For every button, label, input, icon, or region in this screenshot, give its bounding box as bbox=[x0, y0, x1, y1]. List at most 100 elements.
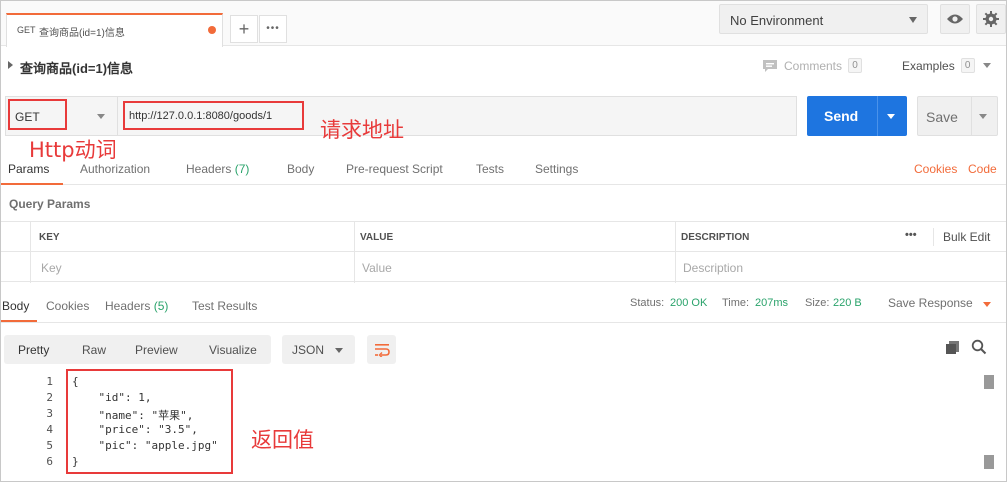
header-key: KEY bbox=[39, 232, 60, 243]
active-tab-indicator bbox=[0, 183, 63, 185]
environment-quicklook-button[interactable] bbox=[940, 4, 970, 34]
line-number: 4 bbox=[46, 423, 53, 436]
line-number: 5 bbox=[46, 439, 53, 452]
more-icon: ••• bbox=[266, 23, 280, 34]
description-input[interactable]: Description bbox=[683, 261, 743, 275]
examples-button[interactable]: Examples 0 bbox=[902, 58, 991, 73]
language-value: JSON bbox=[292, 343, 325, 357]
tab-body[interactable]: Body bbox=[287, 162, 314, 176]
size-value: 220 B bbox=[833, 297, 862, 309]
search-button[interactable] bbox=[971, 339, 987, 358]
line-number: 3 bbox=[46, 407, 53, 420]
col-divider bbox=[675, 222, 676, 283]
tab-prerequest-script[interactable]: Pre-request Script bbox=[346, 162, 443, 176]
response-tabs: Body Cookies Headers (5) Test Results St… bbox=[0, 292, 1007, 322]
tab-more-button[interactable]: ••• bbox=[259, 15, 287, 43]
save-divider bbox=[971, 97, 972, 135]
header-value: VALUE bbox=[360, 232, 394, 243]
bulk-edit-link[interactable]: Bulk Edit bbox=[943, 230, 990, 244]
new-tab-button[interactable]: + bbox=[230, 15, 258, 43]
chevron-down-icon bbox=[97, 114, 105, 119]
unsaved-dot-icon bbox=[208, 26, 216, 34]
value-input[interactable]: Value bbox=[362, 261, 392, 275]
request-title-row: 查询商品(id=1)信息 Comments 0 Examples 0 bbox=[0, 47, 1007, 85]
gear-icon bbox=[983, 11, 999, 27]
tab-headers-label: Headers bbox=[186, 162, 232, 176]
status-value: 200 OK bbox=[670, 297, 708, 309]
url-annotation-text: 请求地址 bbox=[320, 118, 404, 142]
resp-tab-cookies[interactable]: Cookies bbox=[46, 299, 89, 313]
tab-headers[interactable]: Headers (7) bbox=[186, 162, 249, 176]
chevron-down-icon[interactable] bbox=[979, 114, 987, 119]
table-more-button[interactable]: ••• bbox=[905, 229, 917, 241]
comments-label: Comments bbox=[784, 58, 843, 73]
response-annotation-box bbox=[66, 369, 233, 474]
format-pretty[interactable]: Pretty bbox=[18, 343, 49, 357]
url-annotation-box bbox=[123, 101, 304, 130]
examples-label: Examples bbox=[902, 58, 955, 73]
resp-tab-body[interactable]: Body bbox=[2, 299, 29, 313]
format-visualize[interactable]: Visualize bbox=[209, 343, 257, 357]
language-select[interactable]: JSON bbox=[282, 335, 355, 364]
response-annotation-text: 返回值 bbox=[251, 428, 314, 452]
search-icon bbox=[971, 339, 987, 355]
plus-icon: + bbox=[238, 19, 250, 39]
save-response-button[interactable]: Save Response bbox=[888, 296, 973, 310]
tab-headers-count: (7) bbox=[234, 162, 250, 176]
comment-icon bbox=[763, 59, 777, 72]
status-label: Status: bbox=[630, 297, 665, 309]
code-link[interactable]: Code bbox=[968, 162, 997, 176]
format-raw[interactable]: Raw bbox=[82, 343, 106, 357]
resp-tab-headers[interactable]: Headers (5) bbox=[105, 299, 168, 313]
environment-selected: No Environment bbox=[730, 13, 824, 28]
settings-button[interactable] bbox=[976, 4, 1006, 34]
scrollbar-thumb[interactable] bbox=[984, 455, 994, 469]
col-divider bbox=[30, 222, 31, 283]
comments-count: 0 bbox=[848, 58, 863, 73]
query-params-title: Query Params bbox=[9, 197, 91, 211]
environment-select[interactable]: No Environment bbox=[719, 4, 928, 34]
chevron-down-icon bbox=[335, 348, 343, 353]
divider bbox=[933, 228, 934, 246]
request-title: 查询商品(id=1)信息 bbox=[20, 61, 134, 76]
scrollbar-thumb[interactable] bbox=[984, 375, 994, 389]
request-tab[interactable]: GET 查询商品(id=1)信息 bbox=[6, 13, 223, 47]
send-label: Send bbox=[824, 108, 859, 124]
header-description: DESCRIPTION bbox=[681, 232, 750, 243]
line-number: 6 bbox=[46, 455, 53, 468]
chevron-down-icon bbox=[909, 17, 917, 23]
chevron-down-icon[interactable] bbox=[983, 302, 991, 307]
line-number: 2 bbox=[46, 391, 53, 404]
time-label: Time: bbox=[722, 297, 750, 309]
copy-button[interactable] bbox=[945, 340, 960, 358]
resp-tab-headers-label: Headers bbox=[105, 299, 151, 313]
request-tabs: Params Authorization Headers (7) Body Pr… bbox=[0, 155, 1007, 185]
chevron-down-icon[interactable] bbox=[887, 114, 895, 119]
expand-triangle-icon[interactable] bbox=[8, 61, 13, 69]
resp-tab-test-results[interactable]: Test Results bbox=[192, 299, 257, 313]
tab-params[interactable]: Params bbox=[8, 162, 49, 176]
format-tabs: Pretty Raw Preview Visualize bbox=[4, 335, 271, 364]
col-divider bbox=[354, 222, 355, 283]
tab-settings[interactable]: Settings bbox=[535, 162, 578, 176]
cookies-link[interactable]: Cookies bbox=[914, 162, 957, 176]
eye-icon bbox=[947, 14, 963, 24]
examples-count: 0 bbox=[960, 58, 975, 73]
tab-tests[interactable]: Tests bbox=[476, 162, 504, 176]
save-button[interactable]: Save bbox=[917, 96, 998, 136]
comments-button[interactable]: Comments 0 bbox=[762, 58, 863, 73]
method-annotation-box bbox=[8, 99, 67, 130]
time-value: 207ms bbox=[755, 297, 789, 309]
resp-tab-headers-count: (5) bbox=[153, 299, 169, 313]
wrap-lines-button[interactable] bbox=[367, 335, 396, 364]
key-input[interactable]: Key bbox=[41, 261, 62, 275]
line-number: 1 bbox=[46, 375, 53, 388]
size-label: Size: bbox=[805, 297, 830, 309]
tab-authorization[interactable]: Authorization bbox=[80, 162, 150, 176]
send-button[interactable]: Send bbox=[807, 96, 907, 136]
wrap-icon bbox=[374, 343, 390, 357]
divider bbox=[0, 322, 1007, 323]
format-preview[interactable]: Preview bbox=[135, 343, 178, 357]
save-label: Save bbox=[926, 109, 958, 125]
copy-icon bbox=[946, 341, 959, 354]
